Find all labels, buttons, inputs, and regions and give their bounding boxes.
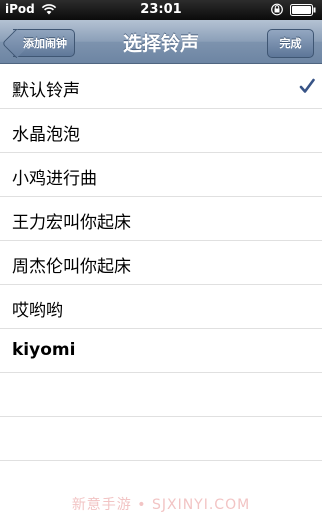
ringtone-row[interactable]: 小鸡进行曲	[0, 153, 322, 197]
ringtone-row[interactable]: 周杰伦叫你起床	[0, 241, 322, 285]
status-right	[271, 3, 316, 16]
ringtone-label: 周杰伦叫你起床	[12, 257, 131, 277]
ringtone-row[interactable]: kiyomi	[0, 329, 322, 373]
ringtone-row[interactable]: 王力宏叫你起床	[0, 197, 322, 241]
ringtone-label: kiyomi	[12, 340, 76, 360]
back-button[interactable]: 添加闹钟	[1, 28, 75, 59]
status-bar: iPod 23:01	[0, 0, 322, 20]
screen: iPod 23:01 添加闹钟 选择铃声 完成 默认铃声 水晶泡泡 小鸡进行曲 …	[0, 0, 322, 528]
ringtone-label: 王力宏叫你起床	[12, 213, 131, 233]
ringtone-label: 小鸡进行曲	[12, 169, 97, 189]
back-button-label: 添加闹钟	[23, 37, 67, 50]
ringtone-row[interactable]: 水晶泡泡	[0, 109, 322, 153]
ringtone-row-default[interactable]: 默认铃声	[0, 65, 322, 109]
done-button[interactable]: 完成	[267, 29, 314, 58]
navigation-bar: 添加闹钟 选择铃声 完成	[0, 20, 322, 64]
rotation-lock-icon	[271, 3, 283, 16]
ringtone-row[interactable]: 哎哟哟	[0, 285, 322, 329]
page-title: 选择铃声	[122, 33, 199, 55]
empty-row	[0, 417, 322, 461]
watermark: 新意手游 • SJXINYI.COM	[71, 497, 251, 513]
empty-row	[0, 373, 322, 417]
ringtone-label: 默认铃声	[12, 81, 80, 101]
ringtone-label: 水晶泡泡	[12, 125, 80, 145]
ringtone-label: 哎哟哟	[12, 301, 63, 321]
battery-icon	[290, 3, 316, 16]
ringtone-list: 默认铃声 水晶泡泡 小鸡进行曲 王力宏叫你起床 周杰伦叫你起床 哎哟哟 kiyo…	[0, 65, 322, 461]
checkmark-icon	[299, 78, 315, 93]
